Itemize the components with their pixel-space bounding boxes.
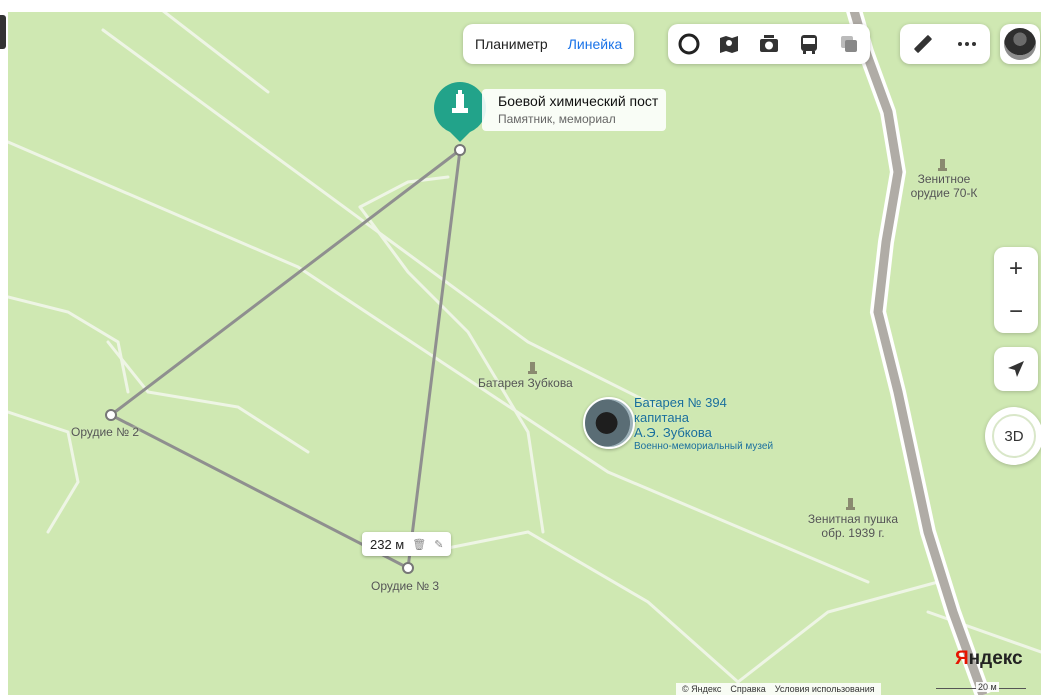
label-battery-zubkov[interactable]: Батарея Зубкова	[478, 376, 573, 390]
measure-mode-panel: Планиметр Линейка	[463, 24, 635, 64]
bus-icon[interactable]	[798, 33, 820, 55]
zoom-control: + −	[994, 247, 1038, 333]
pencil-icon[interactable]: ✎	[434, 538, 443, 551]
help-link[interactable]: Справка	[730, 684, 765, 694]
path-bottom	[426, 530, 740, 684]
locate-button[interactable]	[994, 347, 1038, 391]
zoom-out-button[interactable]: −	[994, 290, 1038, 333]
map-canvas[interactable]: Боевой химический пост Памятник, мемориа…	[8, 12, 1041, 695]
path-bottom-right	[736, 580, 940, 684]
monument-icon	[846, 507, 855, 510]
label-gun-2[interactable]: Орудие № 2	[71, 425, 139, 439]
tools-panel	[900, 24, 990, 64]
camera-icon[interactable]	[758, 33, 780, 55]
path-lower-diagonal	[8, 140, 870, 584]
compass-label: 3D	[992, 414, 1036, 458]
map-book-icon[interactable]	[718, 33, 740, 55]
yandex-logo: Яндекс	[955, 648, 1023, 669]
ruler-segment-top-bottom	[406, 148, 462, 570]
copyright-text: © Яндекс	[682, 684, 722, 694]
label-zenith-gun-70k[interactable]: Зенитное орудие 70-К	[900, 172, 988, 200]
path-top	[162, 12, 270, 94]
location-arrow-icon	[1008, 361, 1024, 377]
selected-poi-pin[interactable]	[434, 82, 486, 142]
scale-bar: 20 м	[926, 677, 1036, 695]
layers-icon[interactable]	[838, 33, 860, 55]
path-far-left	[8, 410, 80, 534]
monument-icon[interactable]	[940, 159, 945, 168]
monument-icon[interactable]	[848, 498, 853, 507]
map-footer: © Яндекс Справка Условия использования	[676, 683, 881, 695]
more-icon[interactable]	[956, 33, 978, 55]
user-avatar[interactable]	[1000, 24, 1040, 64]
monument-icon	[938, 168, 947, 171]
zoom-in-button[interactable]: +	[994, 247, 1038, 290]
terms-link[interactable]: Условия использования	[775, 684, 875, 694]
monument-icon	[528, 371, 537, 374]
ruler-icon[interactable]	[912, 33, 934, 55]
highway-edge	[846, 12, 991, 695]
label-zenith-gun-1939[interactable]: Зенитная пушка обр. 1939 г.	[798, 512, 908, 540]
selected-poi-card[interactable]: Боевой химический пост Памятник, мемориа…	[482, 89, 667, 131]
ruler-point-left[interactable]	[105, 409, 117, 421]
scale-label: 20 м	[976, 682, 999, 692]
ruler-point-bottom[interactable]	[402, 562, 414, 574]
circle-icon[interactable]	[678, 33, 700, 55]
path-lower-right	[926, 610, 1041, 654]
avatar-image	[1004, 28, 1036, 60]
poi-name: Боевой химический пост	[498, 93, 659, 109]
trash-icon[interactable]: 🗑	[412, 538, 426, 551]
museum-category: Военно-мемориальный музей	[634, 441, 774, 452]
ruler-point-top[interactable]	[454, 144, 466, 156]
museum-name[interactable]: Батарея № 394 капитана А.Э. Зубкова	[634, 395, 727, 440]
planimeter-button[interactable]: Планиметр	[475, 36, 548, 52]
ruler-distance-tooltip: 232 м 🗑 ✎	[362, 532, 452, 556]
highway	[849, 12, 988, 695]
monument-icon[interactable]	[530, 362, 535, 371]
poi-category: Памятник, мемориал	[498, 112, 616, 126]
layers-panel	[668, 24, 870, 64]
ruler-button[interactable]: Линейка	[568, 36, 623, 52]
ruler-segment-top-left	[109, 148, 462, 417]
compass-3d-button[interactable]: 3D	[985, 407, 1041, 465]
side-panel-handle[interactable]	[0, 15, 6, 49]
museum-photo-pin[interactable]	[583, 397, 635, 449]
label-gun-3[interactable]: Орудие № 3	[371, 579, 439, 593]
ruler-distance: 232 м	[370, 536, 405, 552]
